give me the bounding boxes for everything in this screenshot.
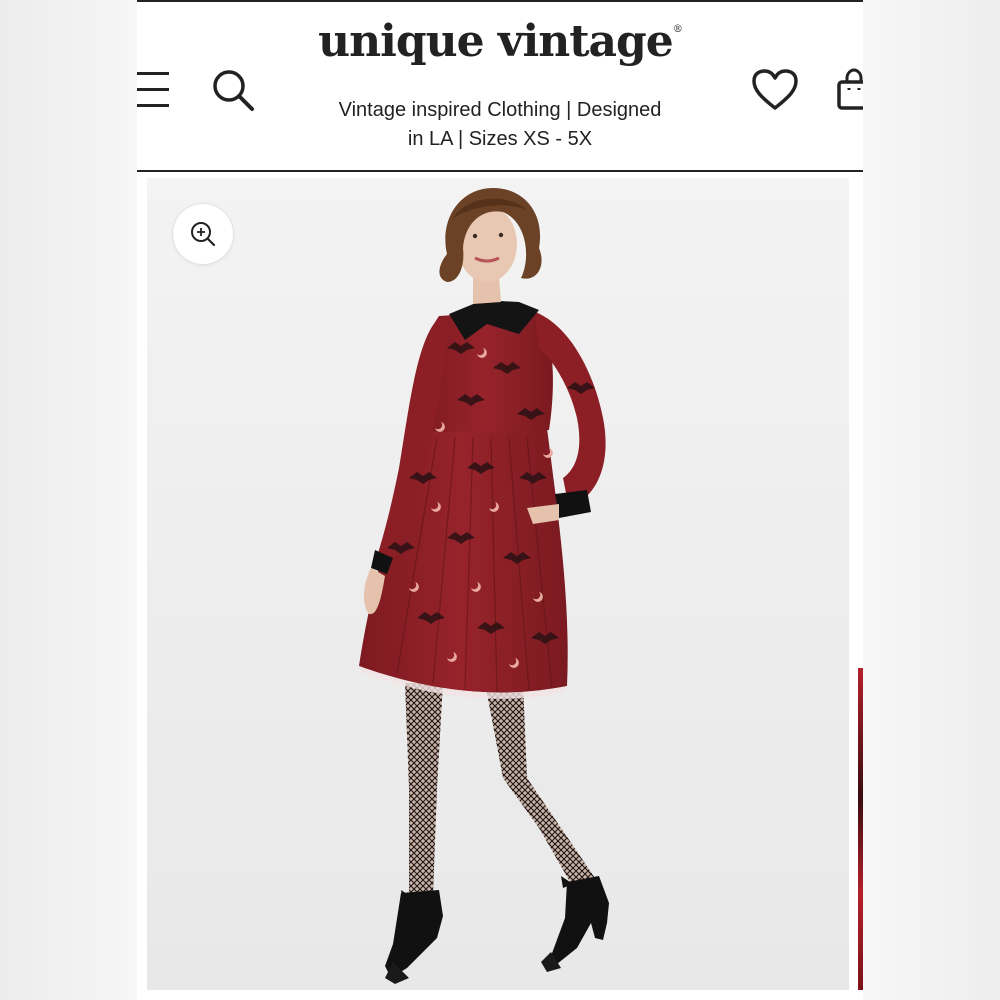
- left-backdrop: [0, 0, 137, 1000]
- right-backdrop: [863, 0, 1000, 1000]
- zoom-in-icon: [191, 222, 216, 247]
- shopping-bag-icon[interactable]: [837, 68, 863, 112]
- next-image-peek[interactable]: [858, 668, 863, 990]
- heart-icon[interactable]: [751, 68, 799, 112]
- registered-mark: ®: [672, 24, 683, 35]
- site-header: unique vintage® Vintage inspired Clothin…: [137, 0, 863, 172]
- model-illustration: [359, 188, 609, 984]
- zoom-button[interactable]: [173, 204, 233, 264]
- hamburger-menu-icon[interactable]: [137, 70, 169, 110]
- tagline-line-1: Vintage inspired Clothing | Designed: [338, 99, 662, 121]
- tagline-line-2: in LA | Sizes XS - 5X: [407, 128, 593, 150]
- site-tagline: Vintage inspired Clothing | Designed in …: [307, 96, 693, 154]
- product-image[interactable]: [147, 178, 849, 990]
- logo-text: unique vintage: [318, 16, 674, 67]
- site-logo[interactable]: unique vintage®: [137, 16, 863, 67]
- mobile-page: unique vintage® Vintage inspired Clothin…: [137, 0, 863, 1000]
- search-icon[interactable]: [211, 68, 255, 112]
